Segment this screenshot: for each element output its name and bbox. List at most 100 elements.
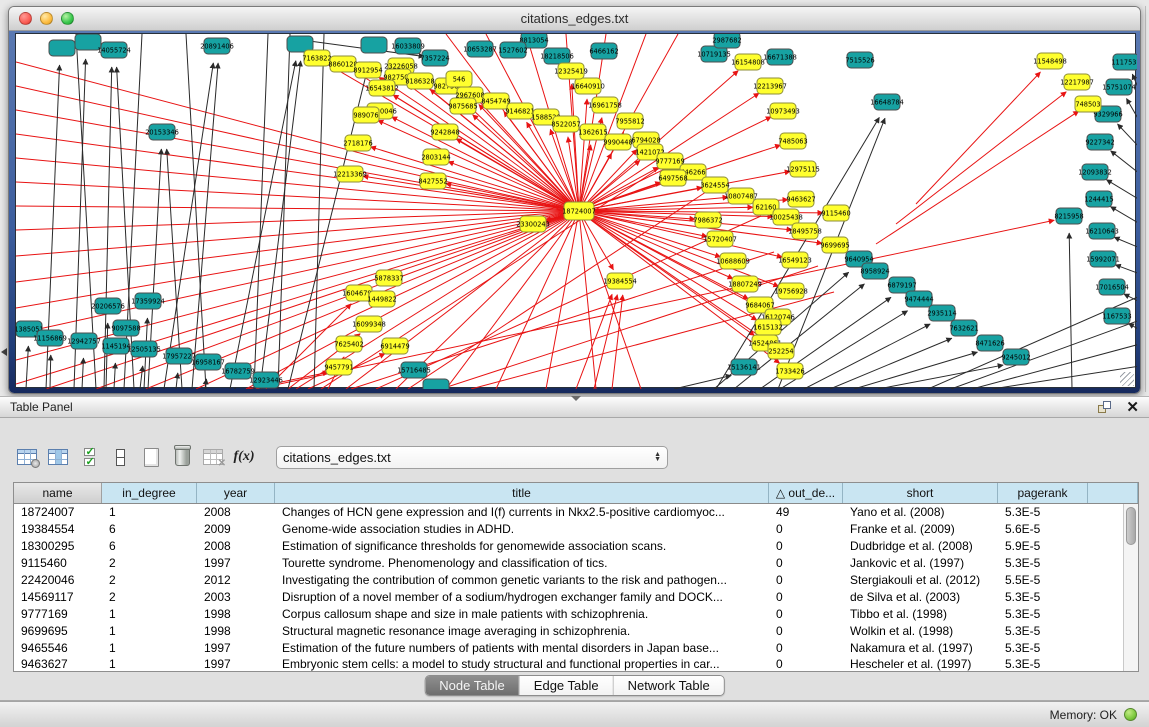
graph-node[interactable]: 17359924 [131,293,165,309]
table-cell[interactable]: Stergiakouli et al. (2012) [843,573,998,587]
delete-column-button[interactable] [169,444,195,470]
graph-node[interactable]: 8912954 [353,62,382,78]
table-cell[interactable]: 5.3E-5 [998,505,1088,519]
graph-node[interactable]: 2718176 [343,135,372,151]
graph-node[interactable]: 11548498 [1033,53,1067,69]
graph-node[interactable]: 1244415 [1084,191,1113,207]
table-cell[interactable]: 0 [769,641,843,655]
table-cell[interactable]: 5.3E-5 [998,657,1088,671]
table-cell[interactable]: 0 [769,556,843,570]
table-cell[interactable]: 2008 [197,505,275,519]
graph-node[interactable]: 7632621 [949,320,978,336]
graph-node[interactable]: 12325419 [554,63,588,79]
table-cell[interactable]: 5.5E-5 [998,573,1088,587]
column-header-name[interactable]: name [14,483,102,503]
graph-node[interactable]: 10973493 [766,103,800,119]
table-cell[interactable]: 1 [102,607,197,621]
graph-node[interactable] [49,40,75,56]
graph-node[interactable]: 6466162 [589,43,618,59]
graph-node[interactable]: 12213369 [333,166,367,182]
table-cell[interactable]: Franke et al. (2009) [843,522,998,536]
table-row[interactable]: 911546021997Tourette syndrome. Phenomeno… [14,555,1138,572]
tab-node-table[interactable]: Node Table [425,676,520,695]
graph-node[interactable]: 12942757 [67,333,101,349]
graph-node[interactable]: 19756928 [774,283,808,299]
table-scrollbar[interactable] [1123,504,1138,671]
zoom-window-button[interactable] [61,12,74,25]
graph-node[interactable]: 748503 [1075,96,1101,112]
tab-edge-table[interactable]: Edge Table [520,676,614,695]
graph-node[interactable] [361,37,387,53]
table-cell[interactable]: 1 [102,624,197,638]
graph-node[interactable]: 9115460 [821,205,850,221]
table-selector-dropdown[interactable]: citations_edges.txt ▲▼ [276,446,668,469]
table-row[interactable]: 1830029562008Estimation of significance … [14,538,1138,555]
graph-node[interactable]: 2935114 [927,305,956,321]
graph-node[interactable]: 15136141 [727,359,761,375]
graph-node[interactable] [423,379,449,389]
table-cell[interactable]: 2003 [197,590,275,604]
graph-node[interactable]: 15720407 [703,231,737,247]
table-cell[interactable]: 0 [769,573,843,587]
graph-node[interactable]: 2987682 [712,34,741,48]
table-cell[interactable]: 5.3E-5 [998,590,1088,604]
table-cell[interactable]: Nakamura et al. (1997) [843,641,998,655]
graph-node[interactable]: 20153346 [145,124,179,140]
tab-network-table[interactable]: Network Table [614,676,724,695]
table-cell[interactable]: 6 [102,522,197,536]
table-cell[interactable]: Estimation of significance thresholds fo… [275,539,769,553]
table-cell[interactable]: Corpus callosum shape and size in male p… [275,607,769,621]
graph-node[interactable]: 8958924 [860,263,889,279]
table-cell[interactable]: 1997 [197,641,275,655]
table-cell[interactable]: 0 [769,522,843,536]
graph-node[interactable]: 9875685 [448,98,477,114]
table-row[interactable]: 2242004622012Investigating the contribut… [14,572,1138,589]
table-cell[interactable]: Tibbo et al. (1998) [843,607,998,621]
graph-node[interactable]: 17016504 [1095,279,1129,295]
table-cell[interactable]: 9699695 [14,624,102,638]
table-cell[interactable]: 0 [769,539,843,553]
float-panel-icon[interactable] [1098,401,1112,414]
graph-node[interactable]: 7625402 [334,336,363,352]
graph-node[interactable]: 7163822 [302,50,331,66]
show-column-button[interactable] [45,444,71,470]
table-row[interactable]: 969969511998Structural magnetic resonanc… [14,622,1138,639]
resize-grip[interactable] [1120,372,1134,386]
graph-node[interactable]: 16671388 [763,49,797,65]
table-cell[interactable]: 1997 [197,657,275,671]
graph-node[interactable]: 16640910 [571,78,605,94]
table-cell[interactable]: de Silva et al. (2003) [843,590,998,604]
table-row[interactable]: 1456911722003Disruption of a novel membe… [14,588,1138,605]
close-window-button[interactable] [19,12,32,25]
table-cell[interactable]: Dudbridge et al. (2008) [843,539,998,553]
graph-node[interactable]: 12217987 [1060,74,1094,90]
table-cell[interactable]: 0 [769,657,843,671]
table-cell[interactable]: 49 [769,505,843,519]
panel-collapse-arrow[interactable] [1,348,7,356]
minimize-window-button[interactable] [40,12,53,25]
column-header-short[interactable]: short [843,483,998,503]
graph-node[interactable]: 3624554 [700,177,729,193]
table-cell[interactable]: 6 [102,539,197,553]
graph-node[interactable]: 19384554 [603,273,637,289]
table-cell[interactable]: 18300295 [14,539,102,553]
graph-node[interactable]: 18807249 [728,276,762,292]
table-cell[interactable]: 5.3E-5 [998,556,1088,570]
table-row[interactable]: 1938455462009Genome-wide association stu… [14,521,1138,538]
graph-node[interactable]: 1527602 [498,42,527,58]
table-cell[interactable]: 1998 [197,607,275,621]
graph-node[interactable]: 10653287 [463,41,497,57]
graph-node[interactable]: 1733426 [775,363,804,379]
graph-node[interactable]: 12213967 [753,78,787,94]
graph-node[interactable]: 7357224 [420,50,449,66]
table-cell[interactable]: 0 [769,607,843,621]
table-cell[interactable]: 5.3E-5 [998,607,1088,621]
graph-node[interactable]: 1167533 [1102,308,1131,324]
select-columns-button[interactable] [76,444,102,470]
graph-node[interactable]: 18724007 [562,202,596,220]
graph-node[interactable]: 8427552 [418,173,447,189]
table-settings-button[interactable] [14,444,40,470]
table-cell[interactable]: 2009 [197,522,275,536]
table-cell[interactable]: 9463627 [14,657,102,671]
delete-table-button[interactable]: ✕ [200,444,226,470]
